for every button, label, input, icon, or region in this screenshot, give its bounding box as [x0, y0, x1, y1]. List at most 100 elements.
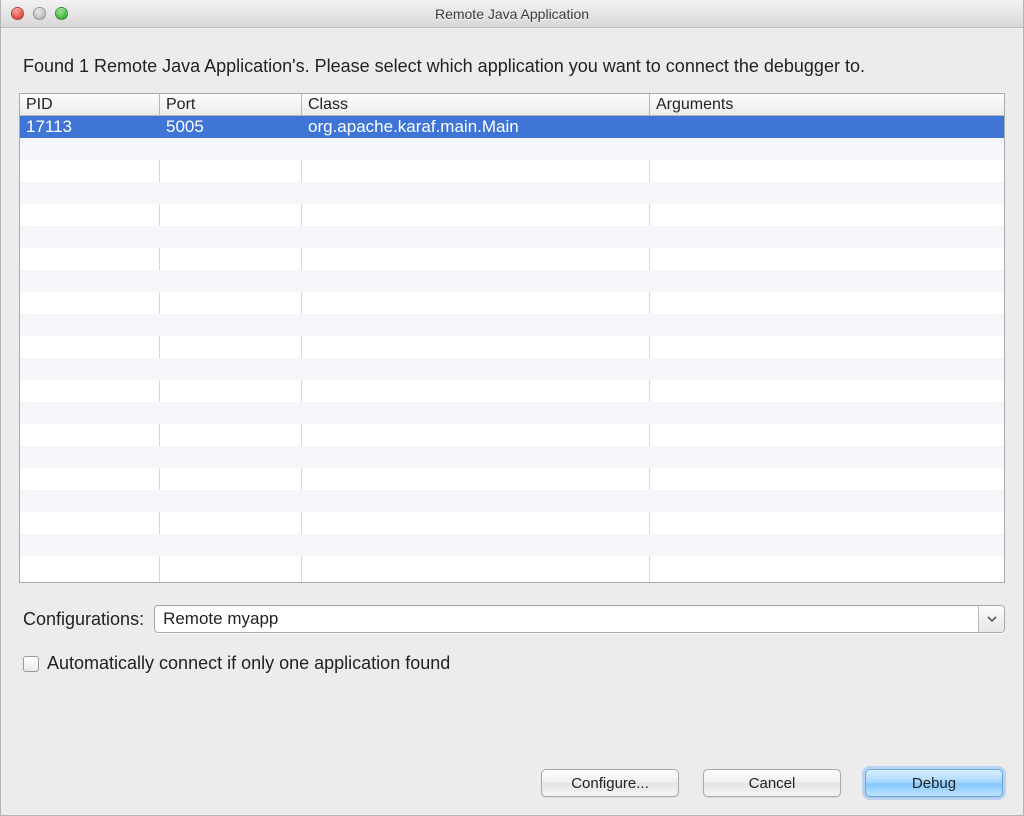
cell-pid [20, 160, 160, 182]
cell-pid [20, 402, 160, 424]
table-row[interactable] [20, 314, 1004, 336]
cell-port [160, 292, 302, 314]
chevron-down-icon[interactable] [978, 606, 1004, 632]
debug-button[interactable]: Debug [865, 769, 1003, 797]
cell-args [650, 270, 1004, 292]
cell-class [302, 534, 650, 556]
table-row[interactable] [20, 182, 1004, 204]
cell-port [160, 424, 302, 446]
table-row[interactable] [20, 512, 1004, 534]
cell-args [650, 490, 1004, 512]
cell-class [302, 314, 650, 336]
table-row[interactable] [20, 468, 1004, 490]
table-row[interactable] [20, 424, 1004, 446]
cell-port [160, 226, 302, 248]
cell-pid [20, 182, 160, 204]
cell-pid [20, 380, 160, 402]
column-header-class[interactable]: Class [302, 94, 650, 115]
dialog-content: Found 1 Remote Java Application's. Pleas… [1, 28, 1023, 815]
cell-class [302, 358, 650, 380]
cell-pid [20, 424, 160, 446]
configurations-combobox[interactable]: Remote myapp [154, 605, 1005, 633]
table-row[interactable] [20, 226, 1004, 248]
configure-button[interactable]: Configure... [541, 769, 679, 797]
cell-class [302, 160, 650, 182]
cell-port [160, 138, 302, 160]
dialog-buttons: Configure... Cancel Debug [19, 763, 1005, 801]
column-header-pid[interactable]: PID [20, 94, 160, 115]
configurations-selected: Remote myapp [155, 606, 978, 632]
cell-pid [20, 490, 160, 512]
cell-class [302, 292, 650, 314]
cell-class [302, 468, 650, 490]
cell-class [302, 248, 650, 270]
cell-class [302, 138, 650, 160]
table-row[interactable] [20, 534, 1004, 556]
cell-class [302, 182, 650, 204]
cell-args [650, 424, 1004, 446]
auto-connect-label[interactable]: Automatically connect if only one applic… [47, 653, 450, 674]
table-row[interactable] [20, 138, 1004, 160]
cancel-button[interactable]: Cancel [703, 769, 841, 797]
column-header-port[interactable]: Port [160, 94, 302, 115]
cell-port [160, 336, 302, 358]
cell-class [302, 336, 650, 358]
table-body: 171135005org.apache.karaf.main.Main [20, 116, 1004, 582]
cell-port [160, 490, 302, 512]
configurations-row: Configurations: Remote myapp [19, 605, 1005, 633]
cell-pid [20, 226, 160, 248]
cell-class [302, 446, 650, 468]
cell-pid [20, 248, 160, 270]
cell-args [650, 248, 1004, 270]
table-row[interactable] [20, 556, 1004, 578]
cell-port [160, 160, 302, 182]
cell-class [302, 490, 650, 512]
table-row[interactable] [20, 490, 1004, 512]
cell-port [160, 248, 302, 270]
zoom-window-button[interactable] [55, 7, 68, 20]
cell-port [160, 314, 302, 336]
cell-args [650, 512, 1004, 534]
cell-pid [20, 292, 160, 314]
table-row[interactable] [20, 270, 1004, 292]
minimize-window-button[interactable] [33, 7, 46, 20]
traffic-lights [11, 7, 68, 20]
cell-pid [20, 336, 160, 358]
table-row[interactable] [20, 248, 1004, 270]
cell-class [302, 556, 650, 578]
table-row[interactable] [20, 402, 1004, 424]
cell-port [160, 512, 302, 534]
cell-pid [20, 556, 160, 578]
column-header-arguments[interactable]: Arguments [650, 94, 1004, 115]
cell-args [650, 182, 1004, 204]
table-row[interactable] [20, 336, 1004, 358]
cell-pid [20, 512, 160, 534]
cell-args [650, 116, 1004, 138]
cell-class [302, 402, 650, 424]
table-row[interactable] [20, 204, 1004, 226]
window-title: Remote Java Application [1, 6, 1023, 22]
applications-table[interactable]: PID Port Class Arguments 171135005org.ap… [19, 93, 1005, 583]
cell-args [650, 160, 1004, 182]
cell-pid [20, 138, 160, 160]
table-row[interactable] [20, 446, 1004, 468]
cell-port [160, 556, 302, 578]
instruction-text: Found 1 Remote Java Application's. Pleas… [23, 56, 1001, 77]
cell-args [650, 358, 1004, 380]
titlebar: Remote Java Application [1, 0, 1023, 28]
auto-connect-checkbox[interactable] [23, 656, 39, 672]
cell-port [160, 182, 302, 204]
table-row[interactable] [20, 358, 1004, 380]
close-window-button[interactable] [11, 7, 24, 20]
cell-pid [20, 204, 160, 226]
table-row[interactable]: 171135005org.apache.karaf.main.Main [20, 116, 1004, 138]
table-row[interactable] [20, 160, 1004, 182]
cell-class [302, 424, 650, 446]
table-row[interactable] [20, 380, 1004, 402]
cell-port [160, 468, 302, 490]
cell-port [160, 446, 302, 468]
dialog-window: Remote Java Application Found 1 Remote J… [0, 0, 1024, 816]
cell-pid: 17113 [20, 116, 160, 138]
table-row[interactable] [20, 292, 1004, 314]
cell-class [302, 512, 650, 534]
